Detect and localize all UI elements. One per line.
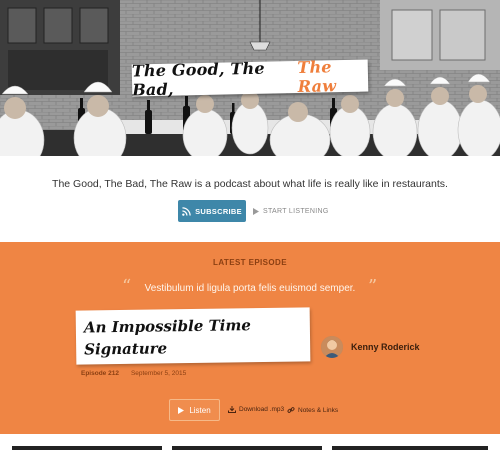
download-link[interactable]: Download .mp3 xyxy=(228,406,284,413)
author-name[interactable]: Kenny Roderick xyxy=(351,342,420,352)
episode-title-card[interactable]: An Impossible Time Signature xyxy=(75,307,311,365)
episode-date: September 5, 2015 xyxy=(130,370,187,377)
download-label: Download .mp3 xyxy=(239,406,285,413)
avatar xyxy=(321,336,343,358)
link-icon xyxy=(287,407,295,413)
podcast-tagline: The Good, The Bad, The Raw is a podcast … xyxy=(52,178,448,190)
episode-thumbnail[interactable] xyxy=(172,446,322,450)
latest-episode-section: LATEST EPISODE “ Vestibulum id ligula po… xyxy=(0,242,500,434)
section-label: LATEST EPISODE xyxy=(213,258,287,267)
show-title-main: The Good, The Bad, xyxy=(131,58,265,100)
show-title-accent: The Raw xyxy=(297,57,337,96)
episode-quote: Vestibulum id ligula porta felis euismod… xyxy=(144,283,356,294)
episode-title: An Impossible Time Signature xyxy=(83,316,251,359)
intro-section: The Good, The Bad, The Raw is a podcast … xyxy=(0,156,500,242)
play-icon xyxy=(253,207,259,215)
download-icon xyxy=(228,406,236,413)
notes-link[interactable]: Notes & Links xyxy=(287,406,338,414)
rss-icon xyxy=(182,206,191,216)
listen-label: Listen xyxy=(189,405,211,415)
episode-meta: Episode 212 September 5, 2015 xyxy=(81,370,186,377)
subscribe-label: SUBSCRIBE xyxy=(195,206,242,216)
start-listening-label: START LISTENING xyxy=(263,207,329,215)
episode-thumbnail[interactable] xyxy=(332,446,488,450)
start-listening-link[interactable]: START LISTENING xyxy=(253,205,329,217)
episode-thumbnail[interactable] xyxy=(12,446,162,450)
notes-label: Notes & Links xyxy=(298,406,339,414)
hero-banner: The Good, The Bad, The Raw xyxy=(0,0,500,156)
subscribe-button[interactable]: SUBSCRIBE xyxy=(178,200,246,222)
episode-number: Episode 212 xyxy=(81,370,119,377)
play-icon xyxy=(178,406,185,414)
episode-thumbnails xyxy=(0,434,500,450)
close-quote-icon: ” xyxy=(368,276,378,297)
show-title-card: The Good, The Bad, The Raw xyxy=(131,57,369,100)
listen-button[interactable]: Listen xyxy=(169,399,220,421)
